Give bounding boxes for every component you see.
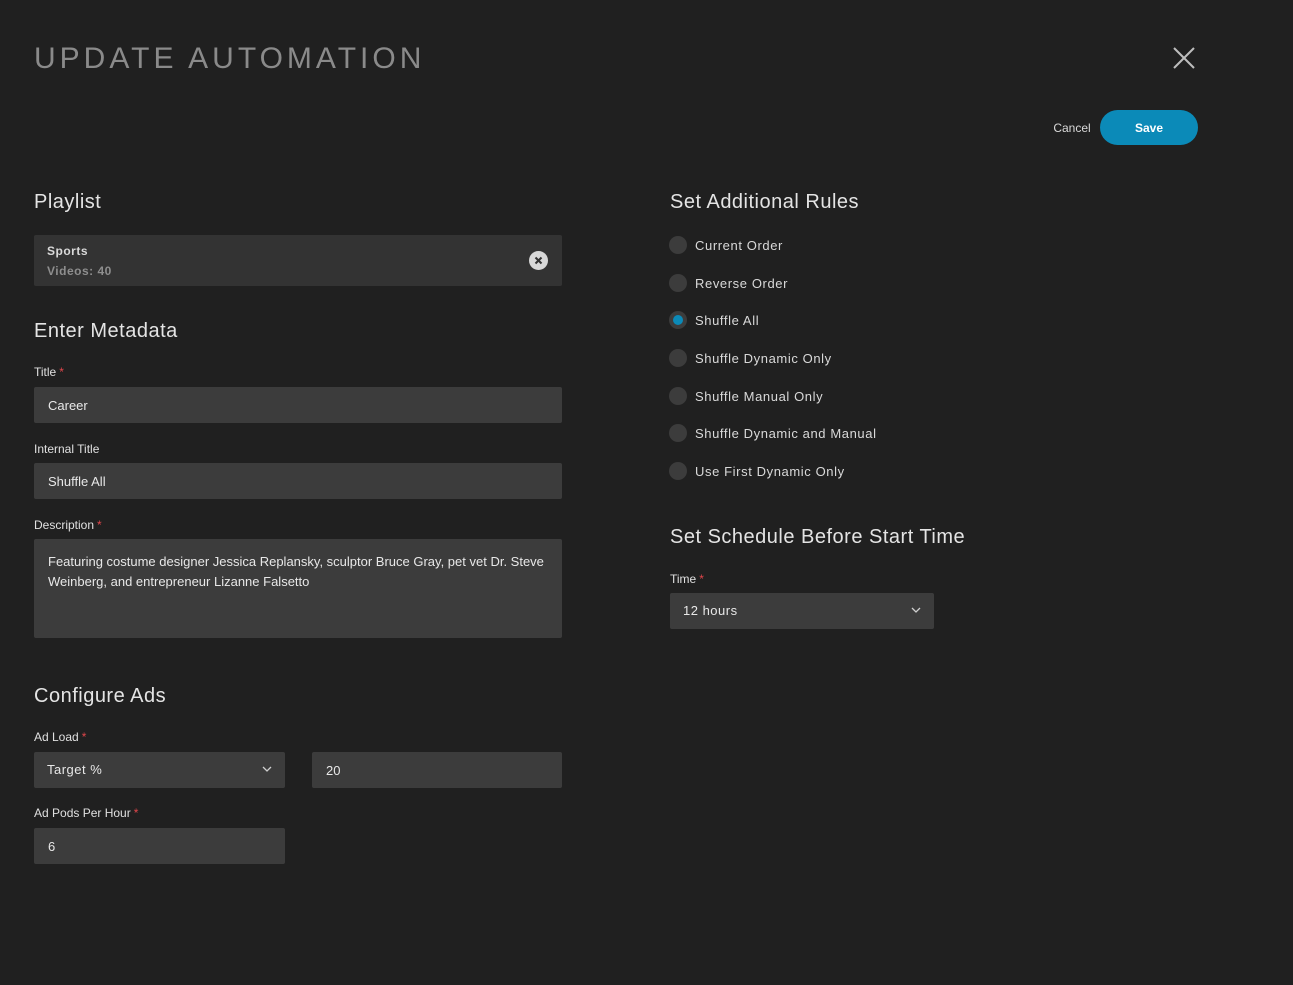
radio-button[interactable] — [669, 274, 687, 292]
ads-section-title: Configure Ads — [34, 685, 167, 707]
ad-load-value-input[interactable] — [312, 752, 562, 788]
rule-option-label: Shuffle Dynamic and Manual — [695, 426, 877, 441]
update-automation-page: UPDATE AUTOMATION Cancel Save Playlist S… — [0, 0, 1293, 985]
page-title: UPDATE AUTOMATION — [34, 42, 426, 75]
title-label-text: Title — [34, 365, 57, 379]
rule-option-label: Shuffle All — [695, 313, 760, 328]
radio-button[interactable] — [669, 387, 687, 405]
rule-option-label: Shuffle Dynamic Only — [695, 351, 832, 366]
time-select-value: 12 hours — [683, 603, 738, 618]
required-marker: * — [97, 518, 102, 532]
ad-load-label-text: Ad Load — [34, 730, 79, 744]
rule-option-label: Shuffle Manual Only — [695, 389, 824, 404]
save-button[interactable]: Save — [1100, 110, 1198, 145]
rule-option-label: Current Order — [695, 238, 783, 253]
ad-pods-label: Ad Pods Per Hour * — [34, 806, 138, 820]
radio-button[interactable] — [669, 349, 687, 367]
rule-option-label: Reverse Order — [695, 276, 789, 291]
rule-option-label: Use First Dynamic Only — [695, 464, 845, 479]
playlist-name: Sports — [47, 244, 89, 258]
description-label-text: Description — [34, 518, 95, 532]
radio-button[interactable] — [669, 424, 687, 442]
time-label: Time * — [670, 572, 704, 586]
required-marker: * — [133, 806, 139, 820]
radio-button[interactable] — [669, 462, 687, 480]
title-input[interactable] — [34, 387, 562, 423]
radio-button[interactable] — [669, 236, 687, 254]
remove-playlist-icon[interactable] — [529, 251, 548, 270]
internal-title-label: Internal Title — [34, 442, 100, 456]
time-label-text: Time — [670, 572, 697, 586]
ad-pods-label-text: Ad Pods Per Hour — [34, 806, 131, 820]
cancel-button[interactable]: Cancel — [1046, 110, 1098, 145]
metadata-section-title: Enter Metadata — [34, 320, 178, 342]
title-label: Title * — [34, 365, 64, 379]
radio-button[interactable] — [669, 311, 687, 329]
playlist-section-title: Playlist — [34, 191, 102, 213]
schedule-section-title: Set Schedule Before Start Time — [670, 526, 966, 548]
playlist-video-count: Videos: 40 — [47, 264, 112, 278]
close-icon[interactable] — [1170, 44, 1198, 72]
required-marker: * — [59, 365, 64, 379]
internal-title-input[interactable] — [34, 463, 562, 499]
ad-load-label: Ad Load * — [34, 730, 86, 744]
ad-pods-input[interactable] — [34, 828, 285, 864]
chevron-down-icon — [262, 766, 272, 772]
description-label: Description * — [34, 518, 102, 532]
time-select[interactable]: 12 hours — [670, 593, 934, 629]
description-textarea[interactable]: Featuring costume designer Jessica Repla… — [34, 539, 562, 638]
required-marker: * — [699, 572, 704, 586]
playlist-card: Sports Videos: 40 — [34, 235, 562, 286]
ad-load-type-value: Target % — [47, 762, 103, 777]
rules-section-title: Set Additional Rules — [670, 191, 860, 213]
chevron-down-icon — [911, 607, 921, 613]
required-marker: * — [81, 730, 87, 744]
ad-load-type-select[interactable]: Target % — [34, 752, 285, 788]
